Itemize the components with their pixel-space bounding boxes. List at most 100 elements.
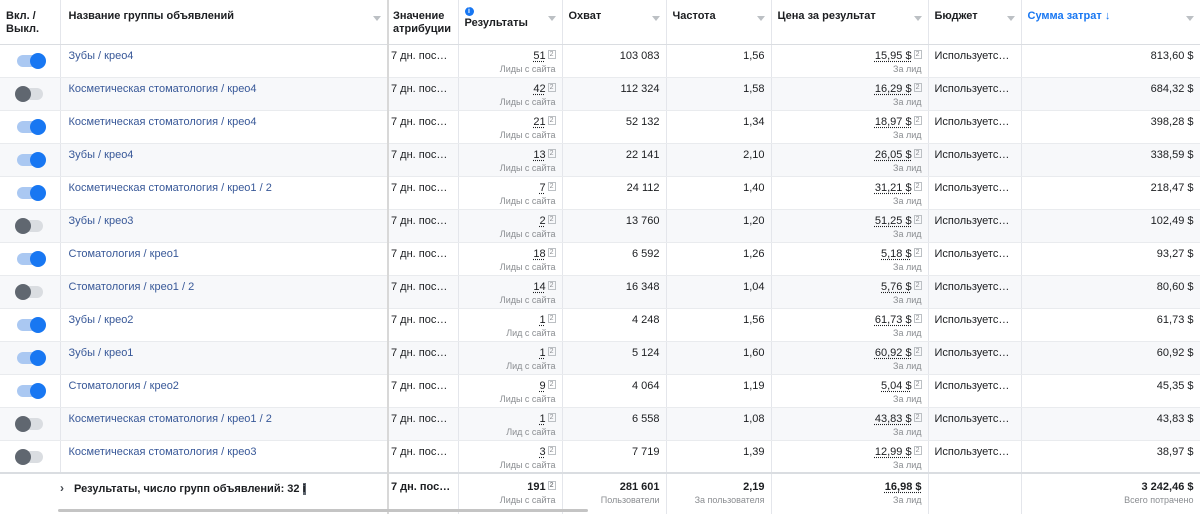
- table-row[interactable]: Косметическая стоматология / крео1 / 2 7 …: [0, 407, 1200, 441]
- summary-amount-spent: 3 242,46 $ Всего потрачено: [1021, 472, 1200, 514]
- ad-set-name-link[interactable]: Зубы / крео1: [69, 347, 134, 359]
- chevron-right-icon[interactable]: ›: [60, 481, 64, 495]
- ad-set-name-link[interactable]: Стоматология / крео2: [69, 380, 179, 392]
- frequency-cell: 1,04: [666, 275, 772, 309]
- reach-cell: 13 760: [562, 209, 667, 243]
- frequency-cell: 2,10: [666, 143, 772, 177]
- ad-set-name-link[interactable]: Стоматология / крео1 / 2: [69, 281, 195, 293]
- amount-spent-cell: 93,27 $: [1021, 242, 1200, 276]
- reach-cell: 5 124: [562, 341, 667, 375]
- summary-attribution: 7 дн. после клика: [388, 472, 459, 514]
- on-off-toggle[interactable]: [17, 151, 46, 168]
- table-row[interactable]: Стоматология / крео1 / 2 7 дн. после клик…: [0, 275, 1200, 309]
- ad-set-name-cell: Косметическая стоматология / крео1 / 2: [60, 176, 389, 210]
- chevron-down-icon[interactable]: [1185, 16, 1194, 21]
- chevron-down-icon[interactable]: [651, 16, 660, 21]
- chevron-down-icon[interactable]: [1006, 16, 1015, 21]
- ad-set-name-link[interactable]: Косметическая стоматология / крео3: [69, 446, 257, 458]
- ad-set-name-cell: Стоматология / крео1: [60, 242, 389, 276]
- frequency-cell: 1,60: [666, 341, 772, 375]
- chevron-down-icon[interactable]: [913, 16, 922, 21]
- results-cell: 1 2 Лид с сайта: [458, 341, 563, 375]
- on-off-toggle[interactable]: [15, 448, 43, 465]
- col-header-reach[interactable]: Охват: [562, 0, 667, 45]
- col-header-budget[interactable]: Бюджет: [928, 0, 1022, 45]
- on-off-toggle[interactable]: [15, 85, 43, 102]
- ad-set-name-cell: Зубы / крео1: [60, 341, 389, 375]
- ad-set-name-link[interactable]: Зубы / крео4: [69, 50, 134, 62]
- horizontal-scrollbar[interactable]: [58, 509, 588, 512]
- ad-set-name-link[interactable]: Зубы / крео3: [69, 215, 134, 227]
- on-off-toggle[interactable]: [17, 52, 46, 69]
- table-row[interactable]: Зубы / крео2 7 дн. после клика12Лид с сай…: [0, 308, 1200, 342]
- toggle-cell: [0, 275, 61, 309]
- budget-cell: Используется бюджет: [928, 242, 1022, 276]
- col-header-cost-per-result[interactable]: Цена за результат: [771, 0, 929, 45]
- attribution-cell: 7 дн. после клика: [388, 275, 459, 309]
- ad-set-name-link[interactable]: Стоматология / крео1: [69, 248, 179, 260]
- info-icon[interactable]: i: [464, 7, 474, 16]
- ad-set-name-link[interactable]: Зубы / крео4: [69, 149, 134, 161]
- chevron-down-icon[interactable]: [756, 16, 765, 21]
- col-header-results[interactable]: i Результаты: [458, 0, 563, 45]
- table-row[interactable]: Косметическая стоматология / крео1 / 2 7 …: [0, 176, 1200, 210]
- attribution-cell: 7 дн. после клика: [388, 44, 459, 78]
- on-off-toggle[interactable]: [17, 118, 46, 135]
- reach-cell: 24 112: [562, 176, 667, 210]
- results-cell: 1 2 Лид с сайта: [458, 308, 563, 342]
- table-row[interactable]: Косметическая стоматология / крео4 7 дн. …: [0, 110, 1200, 144]
- on-off-toggle[interactable]: [17, 184, 46, 201]
- toggle-knob: [15, 283, 31, 300]
- reach-cell: 6 592: [562, 242, 667, 276]
- summary-cost-per-result: 16,98 $ За лид: [771, 472, 929, 514]
- attribution-cell: 7 дн. после клика: [388, 143, 459, 177]
- on-off-toggle[interactable]: [15, 217, 43, 234]
- on-off-toggle[interactable]: [15, 415, 43, 432]
- table-row[interactable]: Косметическая стоматология / крео3 7 дн. …: [0, 440, 1200, 474]
- table-row[interactable]: Стоматология / крео2 7 дн. после клика92Л…: [0, 374, 1200, 408]
- table-row[interactable]: Косметическая стоматология / крео4 7 дн. …: [0, 77, 1200, 111]
- cost-per-result-cell: 16,29 $2 За лид: [771, 77, 929, 111]
- cost-per-result-cell: 61,73 $2 За лид: [771, 308, 929, 342]
- on-off-toggle[interactable]: [17, 382, 46, 399]
- chevron-down-icon[interactable]: [373, 16, 381, 21]
- on-off-toggle[interactable]: [17, 349, 46, 366]
- budget-cell: Используется бюджет: [928, 440, 1022, 474]
- table-row[interactable]: Стоматология / крео1 7 дн. после клика182…: [0, 242, 1200, 276]
- info-icon[interactable]: i: [302, 483, 306, 495]
- table-row[interactable]: Зубы / крео3 7 дн. после клика22Лиды с са…: [0, 209, 1200, 243]
- col-header-amount-spent[interactable]: Сумма затрат ↓: [1021, 0, 1200, 45]
- ad-set-name-link[interactable]: Косметическая стоматология / крео1 / 2: [69, 413, 272, 425]
- col-header-frequency[interactable]: Частота: [666, 0, 772, 45]
- reach-cell: 16 348: [562, 275, 667, 309]
- col-header-attribution[interactable]: Значение атрибуции: [388, 0, 459, 45]
- ad-set-name-cell: Стоматология / крео2: [60, 374, 389, 408]
- amount-spent-cell: 45,35 $: [1021, 374, 1200, 408]
- ad-set-name-cell: Зубы / крео3: [60, 209, 389, 243]
- attribution-cell: 7 дн. после клика: [388, 407, 459, 441]
- chevron-down-icon[interactable]: [547, 16, 556, 21]
- ad-set-name-link[interactable]: Косметическая стоматология / крео4: [69, 83, 257, 95]
- amount-spent-cell: 102,49 $: [1021, 209, 1200, 243]
- budget-cell: Используется бюджет: [928, 143, 1022, 177]
- toggle-cell: [0, 143, 61, 177]
- budget-cell: Используется бюджет: [928, 44, 1022, 78]
- ad-set-name-link[interactable]: Косметическая стоматология / крео1 / 2: [69, 182, 272, 194]
- on-off-toggle[interactable]: [17, 250, 46, 267]
- cost-per-result-cell: 12,99 $2 За лид: [771, 440, 929, 474]
- toggle-knob: [15, 217, 31, 234]
- results-cell: 9 2 Лиды с сайта: [458, 374, 563, 408]
- results-cell: 21 2 Лиды с сайта: [458, 110, 563, 144]
- on-off-toggle[interactable]: [15, 283, 43, 300]
- ad-set-name-cell: Стоматология / крео1 / 2: [60, 275, 389, 309]
- table-row[interactable]: Зубы / крео1 7 дн. после клика12Лид с сай…: [0, 341, 1200, 375]
- ad-set-name-link[interactable]: Зубы / крео2: [69, 314, 134, 326]
- budget-cell: Используется бюджет: [928, 77, 1022, 111]
- sort-desc-icon[interactable]: ↓: [1105, 10, 1111, 22]
- table-row[interactable]: Зубы / крео4 7 дн. после клика132Лиды с с…: [0, 143, 1200, 177]
- table-row[interactable]: Зубы / крео4 7 дн. после клика512Лиды с с…: [0, 44, 1200, 78]
- results-cell: 18 2 Лиды с сайта: [458, 242, 563, 276]
- on-off-toggle[interactable]: [17, 316, 46, 333]
- ad-set-name-link[interactable]: Косметическая стоматология / крео4: [69, 116, 257, 128]
- col-header-name[interactable]: Название группы объявлений: [60, 0, 389, 45]
